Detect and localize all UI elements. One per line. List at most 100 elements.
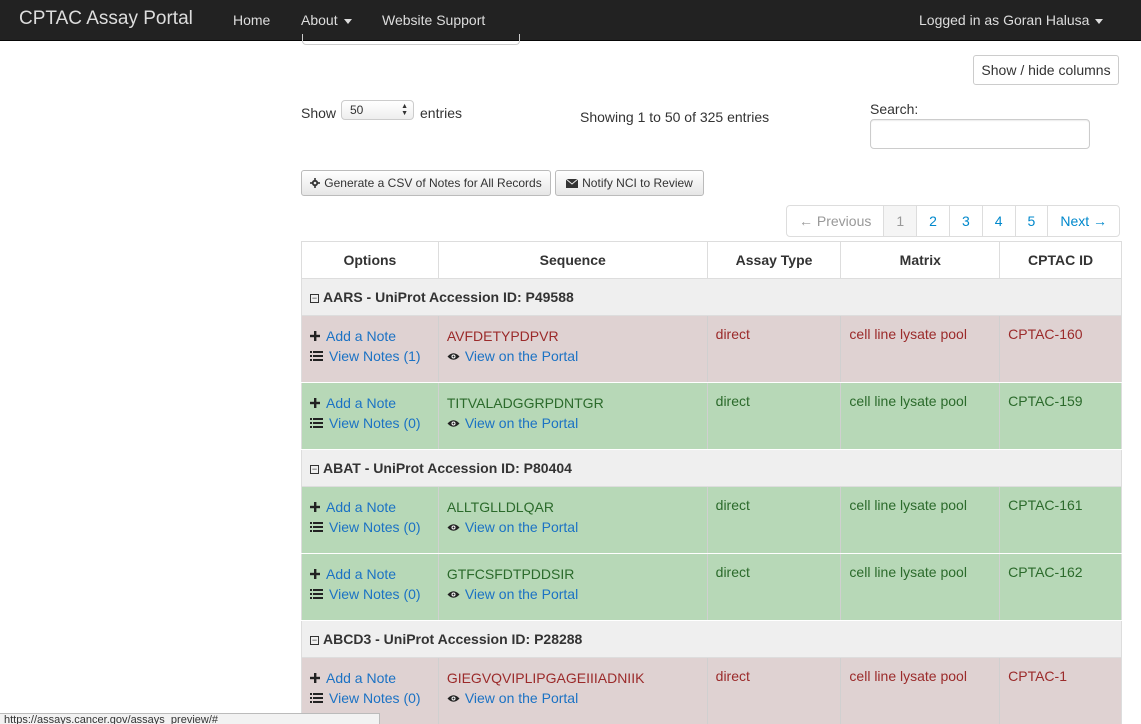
plus-icon [310,398,320,408]
nav-website-support[interactable]: Website Support [382,12,485,28]
show-hide-columns-button[interactable]: Show / hide columns [973,55,1119,85]
matrix-cell: cell line lysate pool [840,553,1000,621]
nav-about[interactable]: About [301,12,352,28]
eye-icon [447,694,460,702]
assay-type-cell: direct [706,657,841,724]
collapse-icon[interactable]: − [310,465,319,474]
view-on-portal-link[interactable]: View on the Portal [447,346,699,366]
nav-home[interactable]: Home [233,12,270,28]
add-note-link[interactable]: Add a Note [310,497,430,517]
nav-about-label: About [301,12,338,28]
add-note-link[interactable]: Add a Note [310,326,430,346]
group-header-row[interactable]: − AARS - UniProt Accession ID: P49588 [301,278,1122,316]
scrolled-control[interactable] [302,34,520,45]
cptac-id-cell: CPTAC-160 [999,315,1122,383]
page-1-button[interactable]: 1 [883,206,917,236]
sequence-text: TITVALADGGRPDNTGR [446,395,604,411]
brand-link[interactable]: CPTAC Assay Portal [19,8,193,30]
list-icon [310,351,323,361]
view-on-portal-label: View on the Portal [464,690,579,706]
top-navbar: CPTAC Assay Portal Home About Website Su… [0,0,1141,41]
view-on-portal-link[interactable]: View on the Portal [447,517,699,537]
group-label: ABCD3 - UniProt Accession ID: P28288 [323,631,583,647]
table-row: Add a Note View Notes (0) GIEGVQVIPLIPGA… [301,657,1122,724]
assay-type-cell: direct [706,486,841,554]
add-note-link[interactable]: Add a Note [310,393,430,413]
matrix-cell: cell line lysate pool [840,382,1000,450]
page-2-button[interactable]: 2 [916,206,949,236]
column-header-matrix[interactable]: Matrix [840,241,1000,279]
column-header-assay-type[interactable]: Assay Type [706,241,841,279]
page-3-button[interactable]: 3 [948,206,982,236]
sequence-text: GIEGVQVIPLIPGAGEIIIADNIIK [446,670,645,686]
cptac-id-cell: CPTAC-1 [999,657,1122,724]
gear-icon [310,178,321,188]
group-header-row[interactable]: − ABCD3 - UniProt Accession ID: P28288 [301,620,1122,658]
add-note-link[interactable]: Add a Note [310,564,430,584]
view-notes-link[interactable]: View Notes (0) [310,688,430,708]
plus-icon [310,331,320,341]
search-input[interactable] [870,119,1090,149]
next-page-button[interactable]: Next → [1047,206,1119,236]
view-on-portal-link[interactable]: View on the Portal [447,584,699,604]
column-header-cptac-id[interactable]: CPTAC ID [999,241,1122,279]
collapse-icon[interactable]: − [310,294,319,303]
view-notes-label: View Notes (0) [329,690,421,706]
pagination: ← Previous 1 2 3 4 5 Next → [786,205,1121,237]
collapse-icon[interactable]: − [310,636,319,645]
column-header-options[interactable]: Options [301,241,439,279]
matrix-cell: cell line lysate pool [840,486,1000,554]
group-header-cell[interactable]: − ABCD3 - UniProt Accession ID: P28288 [301,620,1122,658]
assay-type-cell: direct [706,315,841,383]
plus-icon [310,673,320,683]
options-cell: Add a Note View Notes (0) [301,382,439,450]
view-notes-label: View Notes (1) [329,348,421,364]
page-4-button[interactable]: 4 [981,206,1015,236]
options-cell: Add a Note View Notes (0) [301,553,439,621]
notify-nci-button[interactable]: Notify NCI to Review [555,170,704,196]
table-row: Add a Note View Notes (1) AVFDETYPDPVR V… [301,315,1122,383]
add-note-label: Add a Note [326,566,397,582]
chevron-down-icon [1095,18,1104,24]
options-cell: Add a Note View Notes (1) [301,315,439,383]
eye-icon [447,523,460,531]
view-notes-link[interactable]: View Notes (1) [310,346,430,366]
view-notes-link[interactable]: View Notes (0) [310,413,430,433]
view-on-portal-label: View on the Portal [464,415,579,431]
previous-page-button[interactable]: ← Previous [787,206,883,236]
add-note-label: Add a Note [326,499,397,515]
view-notes-link[interactable]: View Notes (0) [310,517,430,537]
add-note-label: Add a Note [326,395,397,411]
group-header-cell[interactable]: − ABAT - UniProt Accession ID: P80404 [301,449,1122,487]
assays-table: Options Sequence Assay Type Matrix CPTAC… [301,241,1122,724]
eye-icon [447,352,460,360]
view-on-portal-label: View on the Portal [464,348,579,364]
show-label: Show [301,105,337,121]
sequence-text: ALLTGLLDLQAR [446,499,554,515]
view-on-portal-link[interactable]: View on the Portal [447,413,699,433]
cptac-id-cell: CPTAC-161 [999,486,1122,554]
plus-icon [310,569,320,579]
table-row: Add a Note View Notes (0) GTFCSFDTPDDSIR… [301,553,1122,621]
cptac-id-cell: CPTAC-162 [999,553,1122,621]
list-icon [310,693,323,703]
group-header-cell[interactable]: − AARS - UniProt Accession ID: P49588 [301,278,1122,316]
add-note-link[interactable]: Add a Note [310,668,430,688]
matrix-cell: cell line lysate pool [840,657,1000,724]
cptac-id-cell: CPTAC-159 [999,382,1122,450]
column-header-sequence[interactable]: Sequence [437,241,708,279]
generate-csv-button[interactable]: Generate a CSV of Notes for All Records [301,170,551,196]
view-notes-label: View Notes (0) [329,586,421,602]
list-icon [310,418,323,428]
view-on-portal-link[interactable]: View on the Portal [447,688,699,708]
group-header-row[interactable]: − ABAT - UniProt Accession ID: P80404 [301,449,1122,487]
page-length-select[interactable]: 50 ▲ ▼ [341,100,414,120]
list-icon [310,589,323,599]
table-row: Add a Note View Notes (0) ALLTGLLDLQAR V… [301,486,1122,554]
user-menu[interactable]: Logged in as Goran Halusa [919,12,1104,28]
page-5-button[interactable]: 5 [1014,206,1048,236]
add-note-label: Add a Note [326,328,397,344]
view-notes-link[interactable]: View Notes (0) [310,584,430,604]
browser-status-bar: https://assays.cancer.gov/assays_preview… [0,713,380,724]
table-row: Add a Note View Notes (0) TITVALADGGRPDN… [301,382,1122,450]
